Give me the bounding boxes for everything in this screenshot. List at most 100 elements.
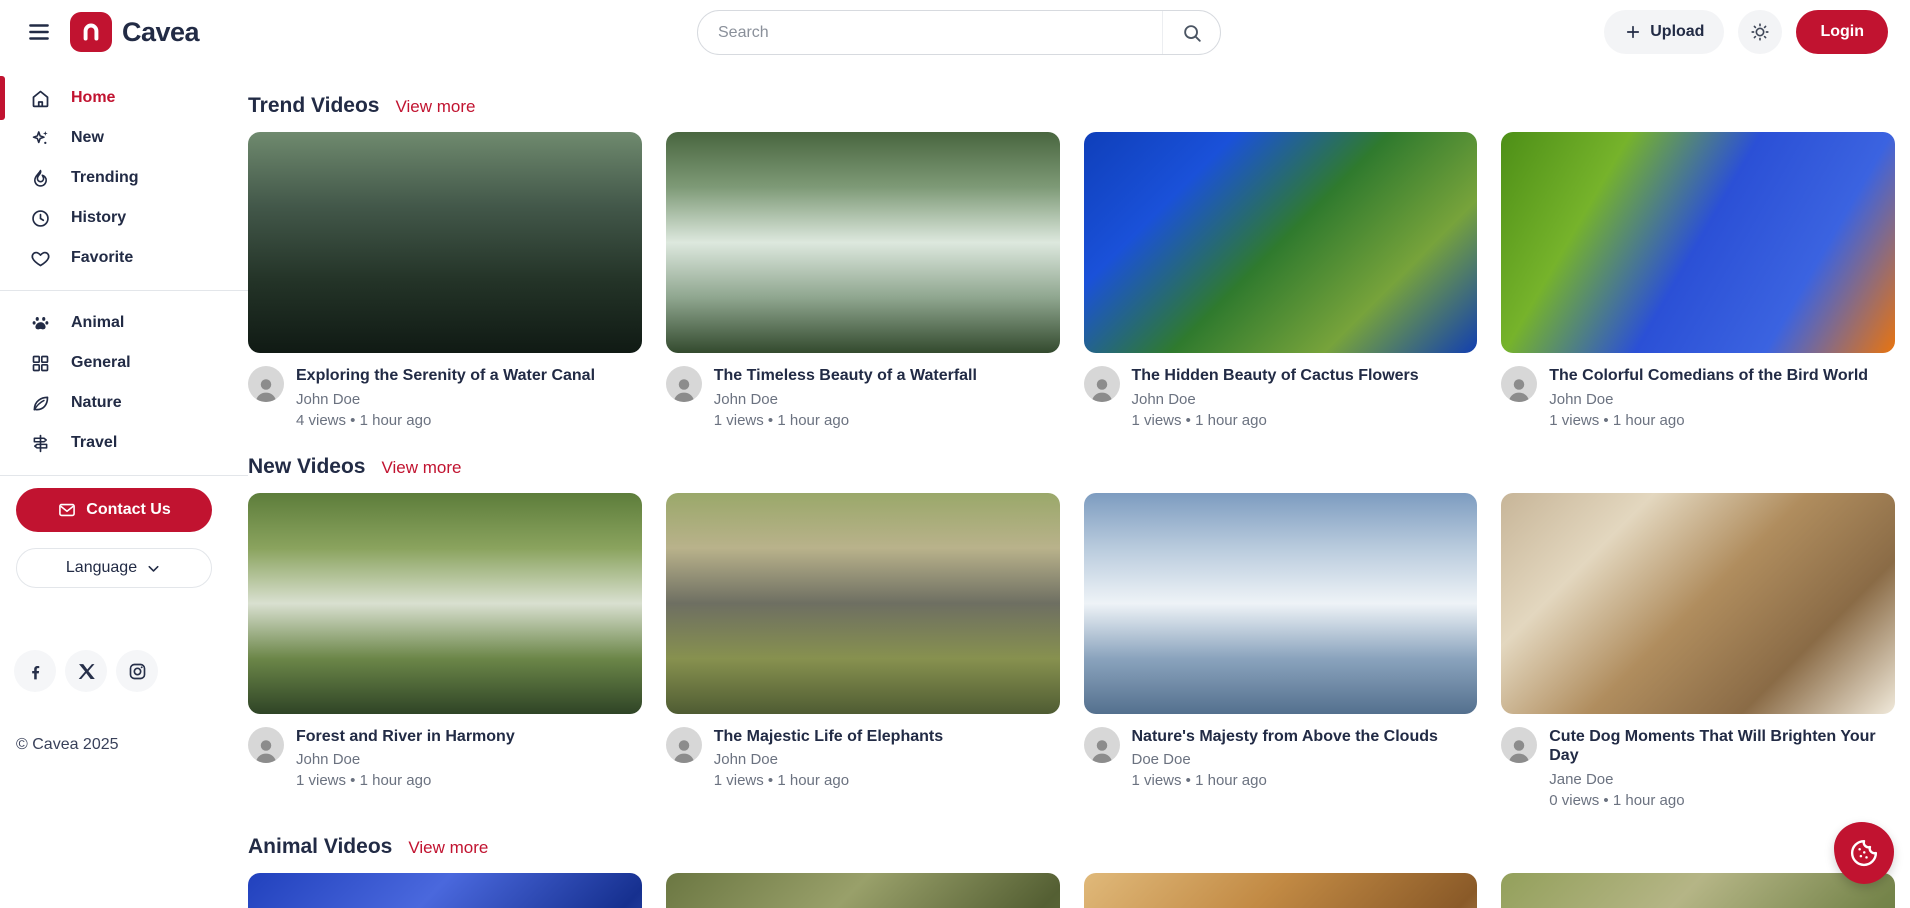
avatar[interactable] bbox=[666, 366, 702, 402]
video-author[interactable]: John Doe bbox=[1132, 391, 1419, 408]
person-icon bbox=[1087, 735, 1117, 763]
person-icon bbox=[669, 735, 699, 763]
view-more-link[interactable]: View more bbox=[382, 458, 462, 478]
video-thumbnail[interactable] bbox=[1501, 873, 1895, 908]
video-title[interactable]: The Majestic Life of Elephants bbox=[714, 727, 943, 746]
video-author[interactable]: John Doe bbox=[296, 751, 515, 768]
video-stats: 1 views • 1 hour ago bbox=[714, 412, 977, 429]
video-title[interactable]: Cute Dog Moments That Will Brighten Your… bbox=[1549, 727, 1895, 765]
video-author[interactable]: John Doe bbox=[1549, 391, 1868, 408]
view-more-link[interactable]: View more bbox=[408, 838, 488, 858]
avatar[interactable] bbox=[248, 366, 284, 402]
language-selector[interactable]: Language bbox=[16, 548, 212, 588]
video-thumbnail[interactable] bbox=[248, 873, 642, 908]
video-thumbnail[interactable] bbox=[666, 873, 1060, 908]
sidebar-item-nature[interactable]: Nature bbox=[0, 383, 248, 423]
theme-toggle-button[interactable] bbox=[1738, 10, 1782, 54]
sparkles-icon bbox=[30, 128, 51, 149]
video-card: Nature's Majesty from Above the Clouds D… bbox=[1084, 493, 1478, 809]
video-thumbnail[interactable] bbox=[248, 493, 642, 714]
facebook-icon bbox=[25, 661, 46, 682]
language-label: Language bbox=[66, 559, 137, 577]
video-title[interactable]: The Timeless Beauty of a Waterfall bbox=[714, 366, 977, 385]
avatar[interactable] bbox=[1501, 366, 1537, 402]
home-icon bbox=[30, 88, 51, 109]
sidebar-item-trending[interactable]: Trending bbox=[0, 158, 248, 198]
video-info: The Colorful Comedians of the Bird World… bbox=[1549, 366, 1868, 428]
avatar[interactable] bbox=[1084, 727, 1120, 763]
sidebar-item-home[interactable]: Home bbox=[0, 78, 248, 118]
sidebar-item-favorite[interactable]: Favorite bbox=[0, 238, 248, 278]
x-icon bbox=[76, 661, 97, 682]
video-stats: 1 views • 1 hour ago bbox=[714, 772, 943, 789]
video-info: The Hidden Beauty of Cactus Flowers John… bbox=[1132, 366, 1419, 428]
video-meta: The Timeless Beauty of a Waterfall John … bbox=[666, 366, 1060, 428]
video-grid bbox=[248, 873, 1895, 908]
video-thumbnail[interactable] bbox=[1084, 493, 1478, 714]
video-card: The Timeless Beauty of a Waterfall John … bbox=[666, 132, 1060, 429]
person-icon bbox=[1504, 374, 1534, 402]
avatar[interactable] bbox=[666, 727, 702, 763]
video-title[interactable]: Nature's Majesty from Above the Clouds bbox=[1132, 727, 1438, 746]
view-more-link[interactable]: View more bbox=[396, 97, 476, 117]
video-title[interactable]: Exploring the Serenity of a Water Canal bbox=[296, 366, 595, 385]
video-card: Exploring the Serenity of a Water Canal … bbox=[248, 132, 642, 429]
search-button[interactable] bbox=[1162, 11, 1220, 54]
person-icon bbox=[251, 374, 281, 402]
avatar[interactable] bbox=[248, 727, 284, 763]
video-thumbnail[interactable] bbox=[1501, 132, 1895, 353]
instagram-button[interactable] bbox=[116, 650, 158, 692]
search-input[interactable] bbox=[698, 24, 1162, 42]
signpost-icon bbox=[30, 433, 51, 454]
video-author[interactable]: John Doe bbox=[296, 391, 595, 408]
hamburger-menu-button[interactable] bbox=[22, 15, 56, 49]
hamburger-icon bbox=[26, 19, 52, 45]
video-card bbox=[1084, 873, 1478, 908]
video-thumbnail[interactable] bbox=[1501, 493, 1895, 714]
sidebar-item-animal[interactable]: Animal bbox=[0, 303, 248, 343]
sidebar-item-general[interactable]: General bbox=[0, 343, 248, 383]
video-info: Cute Dog Moments That Will Brighten Your… bbox=[1549, 727, 1895, 808]
avatar[interactable] bbox=[1501, 727, 1537, 763]
section-title: New Videos bbox=[248, 455, 366, 479]
video-title[interactable]: The Hidden Beauty of Cactus Flowers bbox=[1132, 366, 1419, 385]
x-button[interactable] bbox=[65, 650, 107, 692]
video-thumbnail[interactable] bbox=[1084, 873, 1478, 908]
video-section: New Videos View more Forest and River in… bbox=[248, 455, 1895, 809]
video-thumbnail[interactable] bbox=[666, 493, 1060, 714]
video-card: The Colorful Comedians of the Bird World… bbox=[1501, 132, 1895, 429]
video-stats: 4 views • 1 hour ago bbox=[296, 412, 595, 429]
video-title[interactable]: The Colorful Comedians of the Bird World bbox=[1549, 366, 1868, 385]
video-author[interactable]: John Doe bbox=[714, 391, 977, 408]
sidebar-item-travel[interactable]: Travel bbox=[0, 423, 248, 463]
video-thumbnail[interactable] bbox=[666, 132, 1060, 353]
contact-us-button[interactable]: Contact Us bbox=[16, 488, 212, 532]
sidebar-item-new[interactable]: New bbox=[0, 118, 248, 158]
leaf-icon bbox=[30, 393, 51, 414]
clock-icon bbox=[30, 208, 51, 229]
upload-button[interactable]: Upload bbox=[1604, 10, 1724, 54]
top-bar: Cavea Upload Login bbox=[0, 0, 1910, 64]
grid-icon bbox=[30, 353, 51, 374]
cookie-consent-button[interactable] bbox=[1834, 822, 1894, 884]
video-card: Forest and River in Harmony John Doe 1 v… bbox=[248, 493, 642, 809]
section-header: Trend Videos View more bbox=[248, 94, 1895, 118]
chevron-down-icon bbox=[145, 560, 162, 577]
video-thumbnail[interactable] bbox=[1084, 132, 1478, 353]
video-title[interactable]: Forest and River in Harmony bbox=[296, 727, 515, 746]
sidebar-category-nav: Animal General Nature Travel bbox=[0, 303, 248, 463]
sidebar: Home New Trending History Favorite Anima… bbox=[0, 64, 248, 908]
video-author[interactable]: John Doe bbox=[714, 751, 943, 768]
person-icon bbox=[1504, 735, 1534, 763]
facebook-button[interactable] bbox=[14, 650, 56, 692]
video-stats: 0 views • 1 hour ago bbox=[1549, 792, 1895, 809]
login-button[interactable]: Login bbox=[1796, 10, 1888, 54]
video-thumbnail[interactable] bbox=[248, 132, 642, 353]
plus-icon bbox=[1624, 23, 1642, 41]
app-logo[interactable]: Cavea bbox=[70, 12, 199, 52]
video-author[interactable]: Doe Doe bbox=[1132, 751, 1438, 768]
video-author[interactable]: Jane Doe bbox=[1549, 771, 1895, 788]
avatar[interactable] bbox=[1084, 366, 1120, 402]
sidebar-item-history[interactable]: History bbox=[0, 198, 248, 238]
video-info: Forest and River in Harmony John Doe 1 v… bbox=[296, 727, 515, 789]
